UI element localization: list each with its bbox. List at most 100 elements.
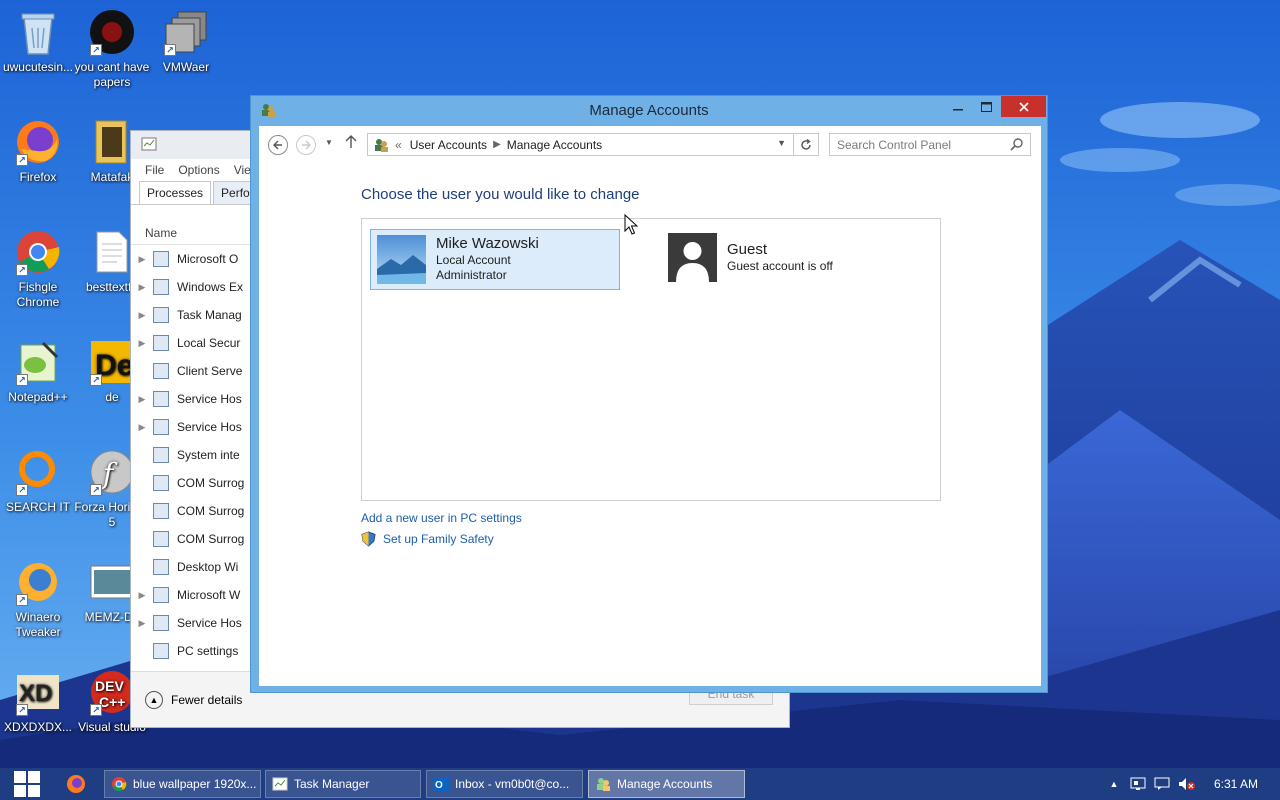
expand-chevron-icon[interactable]: ▶ — [131, 422, 153, 433]
taskbar: blue wallpaper 1920x... Task Manager O I… — [0, 768, 1280, 800]
start-button[interactable] — [0, 768, 54, 800]
expand-chevron-icon[interactable]: ▶ — [131, 394, 153, 405]
refresh-icon — [800, 138, 811, 150]
expand-chevron-icon[interactable]: ▶ — [131, 282, 153, 293]
menu-options[interactable]: Options — [178, 163, 219, 177]
shortcut-arrow-icon: ↗ — [16, 704, 28, 716]
volume-muted-icon[interactable] — [1176, 768, 1198, 800]
taskbar-button-outlook[interactable]: O Inbox - vm0b0t@co... — [426, 770, 583, 798]
menu-view[interactable]: Vie — [234, 163, 251, 177]
add-new-user-link[interactable]: Add a new user in PC settings — [361, 511, 522, 525]
window-title: Manage Accounts — [589, 102, 709, 119]
forward-button[interactable] — [296, 135, 316, 155]
address-dropdown-chevron-icon[interactable]: ▼ — [777, 138, 786, 148]
fewer-details-button[interactable]: Fewer details — [171, 693, 242, 707]
search-placeholder: Search Control Panel — [837, 137, 952, 152]
search-it-icon: ↗ — [14, 448, 62, 496]
taskbar-firefox-button[interactable] — [62, 772, 90, 796]
process-icon — [153, 559, 169, 575]
account-role: Administrator — [436, 268, 507, 282]
svg-text:O: O — [435, 780, 443, 791]
taskbar-button-manage-accounts[interactable]: Manage Accounts — [588, 770, 745, 798]
process-name: Microsoft O — [177, 252, 239, 266]
svg-text:XD: XD — [19, 680, 52, 707]
up-button[interactable] — [345, 135, 357, 152]
window-title-bar[interactable]: Manage Accounts — [251, 96, 1047, 124]
manage-accounts-window[interactable]: Manage Accounts ▼ « User Accounts ▶ Mana… — [250, 95, 1048, 693]
process-name: COM Surrog — [177, 532, 245, 546]
text-file-icon — [88, 228, 136, 276]
account-name: Guest — [727, 241, 768, 258]
shortcut-arrow-icon: ↗ — [16, 374, 28, 386]
search-icon[interactable] — [1010, 137, 1024, 154]
guest-avatar-icon — [668, 233, 717, 282]
account-tile-guest[interactable]: Guest Guest account is off — [668, 233, 918, 287]
shield-icon — [361, 531, 376, 547]
process-icon — [153, 335, 169, 351]
de-app-icon: De ↗ — [88, 338, 136, 386]
taskbar-button-task-manager[interactable]: Task Manager — [265, 770, 421, 798]
process-name: COM Surrog — [177, 504, 245, 518]
expand-chevron-icon[interactable]: ▶ — [131, 310, 153, 321]
memz-icon — [88, 558, 136, 606]
recent-locations-chevron-down-icon[interactable]: ▼ — [325, 138, 333, 147]
desktop-icon-game[interactable]: ↗ you cant have papers — [74, 8, 150, 90]
process-icon — [153, 587, 169, 603]
show-hidden-icons-button[interactable]: ▲ — [1106, 768, 1122, 800]
desktop-icon-notepad-plus-plus[interactable]: ↗ Notepad++ — [0, 338, 76, 405]
windows-logo-icon — [14, 771, 40, 797]
breadcrumb-overflow[interactable]: « — [395, 138, 402, 152]
desktop-icon-xd[interactable]: XD ↗ XDXDXDX... — [0, 668, 76, 735]
expand-chevron-icon[interactable]: ▶ — [131, 338, 153, 349]
tab-processes[interactable]: Processes — [139, 181, 212, 204]
window-client-area: ▼ « User Accounts ▶ Manage Accounts ▼ Se… — [259, 126, 1041, 686]
xd-icon: XD ↗ — [14, 668, 62, 716]
taskbar-button-chrome[interactable]: blue wallpaper 1920x... — [104, 770, 261, 798]
breadcrumb-user-accounts[interactable]: User Accounts — [410, 138, 487, 152]
desktop-icon-firefox[interactable]: ↗ Firefox — [0, 118, 76, 185]
navigation-bar: ▼ « User Accounts ▶ Manage Accounts ▼ Se… — [259, 126, 1041, 162]
desktop-icon-chrome[interactable]: ↗ Fishgle Chrome — [0, 228, 76, 310]
notepad-plus-plus-icon: ↗ — [14, 338, 62, 386]
expand-chevron-icon[interactable]: ▶ — [131, 618, 153, 629]
flash-icon: f ↗ — [88, 448, 136, 496]
taskbar-button-label: Task Manager — [294, 777, 370, 791]
back-button[interactable] — [268, 135, 288, 155]
process-icon — [153, 251, 169, 267]
address-bar[interactable]: « User Accounts ▶ Manage Accounts ▼ — [367, 133, 819, 156]
account-status: Guest account is off — [727, 259, 833, 273]
desktop-icon-winaero-tweaker[interactable]: ↗ Winaero Tweaker — [0, 558, 76, 640]
recycle-bin-icon — [14, 8, 62, 56]
shortcut-arrow-icon: ↗ — [16, 594, 28, 606]
page-heading: Choose the user you would like to change — [361, 186, 640, 203]
svg-text:C++: C++ — [99, 694, 125, 710]
search-control-panel-input[interactable]: Search Control Panel — [829, 133, 1031, 156]
desktop-icon-vmware[interactable]: ↗ VMWaer — [148, 8, 224, 75]
desktop-icon-label: Fishgle Chrome — [16, 280, 60, 309]
breadcrumb-manage-accounts[interactable]: Manage Accounts — [507, 138, 602, 152]
taskbar-clock[interactable]: 6:31 AM — [1206, 768, 1266, 800]
expand-chevron-icon[interactable]: ▶ — [131, 254, 153, 265]
refresh-button[interactable] — [793, 133, 817, 156]
family-safety-link[interactable]: Set up Family Safety — [361, 531, 494, 547]
expand-chevron-icon[interactable]: ▶ — [131, 590, 153, 601]
desktop-icon-search-it[interactable]: ↗ SEARCH IT — [0, 448, 76, 515]
account-tile-mike-wazowski[interactable]: Mike Wazowski Local Account Administrato… — [370, 229, 620, 290]
breadcrumb-separator-icon[interactable]: ▶ — [493, 139, 501, 150]
desktop-icon-label: Firefox — [19, 170, 57, 184]
maximize-button[interactable] — [975, 96, 997, 117]
desktop-icon-recycle-bin[interactable]: uwucutesin... — [0, 8, 76, 75]
close-button[interactable] — [1001, 96, 1046, 117]
chevron-up-icon[interactable]: ▲ — [145, 690, 163, 709]
shortcut-arrow-icon: ↗ — [164, 44, 176, 56]
network-monitor-icon[interactable] — [1128, 768, 1148, 800]
menu-file[interactable]: File — [145, 163, 164, 177]
close-icon — [1018, 101, 1029, 112]
process-name: Desktop Wi — [177, 560, 239, 574]
process-name: Microsoft W — [177, 588, 241, 602]
action-center-icon[interactable] — [1152, 768, 1172, 800]
minimize-button[interactable] — [947, 96, 969, 117]
shortcut-arrow-icon: ↗ — [16, 484, 28, 496]
shortcut-arrow-icon: ↗ — [90, 484, 102, 496]
chrome-icon — [112, 777, 127, 792]
